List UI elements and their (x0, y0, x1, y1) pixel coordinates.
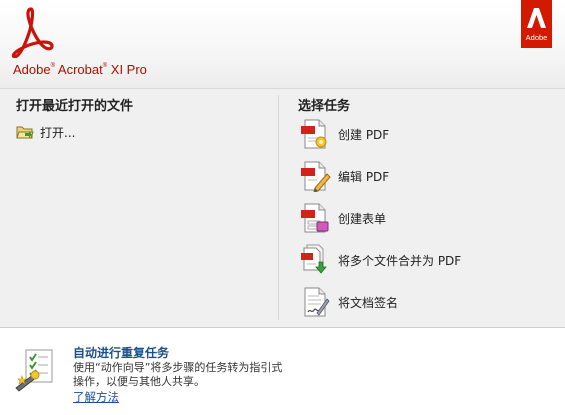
adobe-badge: Adobe (521, 0, 552, 48)
open-file-label: 打开... (40, 125, 76, 140)
combine-files-icon (301, 244, 327, 274)
recent-files-title: 打开最近打开的文件 (16, 99, 134, 114)
task-combine-files[interactable]: 将多个文件合并为 PDF (299, 243, 461, 277)
task-create-form[interactable]: 创建表单 (299, 201, 386, 235)
create-pdf-icon (301, 119, 327, 149)
task-label: 创建表单 (338, 211, 387, 226)
adobe-a-icon (527, 8, 546, 28)
open-file-button[interactable]: 打开... (16, 122, 75, 142)
learn-how-link[interactable]: 了解方法 (73, 389, 119, 405)
open-folder-icon (16, 126, 34, 139)
acrobat-logo-icon (11, 7, 54, 58)
task-label: 将文档签名 (338, 295, 399, 310)
tasks-title: 选择任务 (298, 99, 351, 114)
adobe-badge-text: Adobe (525, 33, 548, 42)
edit-pdf-icon (301, 161, 331, 192)
task-label: 编辑 PDF (338, 169, 390, 184)
task-sign-document[interactable]: 将文档签名 (299, 285, 398, 319)
task-label: 将多个文件合并为 PDF (338, 253, 462, 268)
footer-panel: 自动进行重复任务 使用“动作向导”将多步骤的任务转为指引式操作，以便与其他人共享… (0, 327, 565, 415)
task-edit-pdf[interactable]: 编辑 PDF (299, 159, 389, 193)
sign-document-icon (304, 287, 330, 317)
column-divider (278, 95, 279, 320)
task-label: 创建 PDF (338, 127, 390, 142)
action-wizard-icon (15, 349, 53, 392)
footer-description: 使用“动作向导”将多步骤的任务转为指引式操作，以便与其他人共享。 (73, 361, 283, 388)
product-name: Adobe® Acrobat® XI Pro (13, 62, 147, 77)
create-form-icon (301, 203, 329, 233)
task-create-pdf[interactable]: 创建 PDF (299, 117, 389, 151)
footer-title: 自动进行重复任务 (73, 346, 170, 360)
app-header: Adobe® Acrobat® XI Pro Adobe (0, 0, 565, 89)
